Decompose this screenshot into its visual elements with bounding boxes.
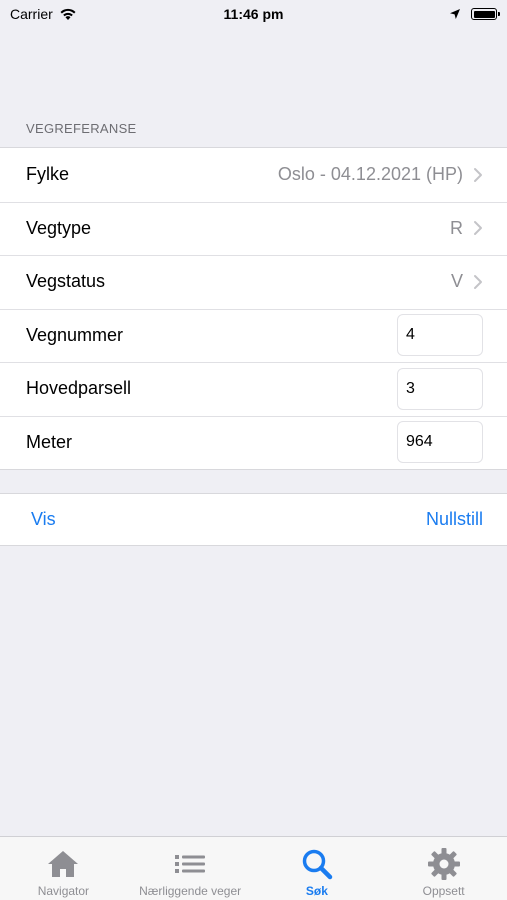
house-icon [48,851,79,877]
carrier-label: Carrier [10,6,53,22]
road-reference-table: Fylke Oslo - 04.12.2021 (HP) Vegtype R V… [0,147,507,470]
meter-input[interactable]: 964 [397,421,483,464]
row-label: Fylke [26,164,70,185]
gear-icon [427,848,460,880]
row-meter: Meter 964 [0,415,507,470]
magnifier-icon [302,849,333,880]
battery-level [473,10,495,18]
tab-nearby-roads[interactable]: Nærliggende veger [127,837,254,900]
row-value: R [450,217,463,238]
row-label: Meter [26,431,73,452]
row-fylke[interactable]: Fylke Oslo - 04.12.2021 (HP) [0,148,507,202]
location-arrow-icon [450,9,460,19]
chevron-right-icon [474,274,482,289]
action-bar: Vis Nullstill [0,493,507,546]
list-icon [175,855,206,873]
tab-bar: Navigator Nærliggende veger Søk Oppsett [0,836,507,900]
hovedparsell-input[interactable]: 3 [397,367,483,410]
tab-label: Søk [305,884,328,898]
show-button[interactable]: Vis [31,509,56,530]
tab-label: Oppsett [422,884,465,898]
row-vegstatus[interactable]: Vegstatus V [0,255,507,309]
status-bar: Carrier 11:46 pm [0,0,507,28]
status-left: Carrier [10,6,77,22]
reset-button[interactable]: Nullstill [426,509,483,530]
wifi-icon [60,8,76,20]
battery-icon [471,8,500,20]
row-hovedparsell: Hovedparsell 3 [0,362,507,416]
tab-settings[interactable]: Oppsett [380,837,507,900]
tab-label: Nærliggende veger [139,884,242,898]
row-label: Vegstatus [26,271,106,292]
row-vegnummer: Vegnummer 4 [0,308,507,363]
row-label: Vegnummer [26,324,124,345]
tab-label: Navigator [37,884,90,898]
row-vegtype[interactable]: Vegtype R [0,201,507,256]
row-label: Vegtype [26,217,92,238]
section-header: VEGREFERANSE [26,121,137,136]
row-value-group: V [451,271,483,292]
tab-search[interactable]: Søk [254,837,381,900]
row-value-group: Oslo - 04.12.2021 (HP) [278,164,483,185]
row-value: Oslo - 04.12.2021 (HP) [277,164,463,185]
status-right [449,8,500,20]
tab-navigator[interactable]: Navigator [0,837,127,900]
vegnummer-input[interactable]: 4 [397,314,483,357]
row-value: V [450,271,463,292]
chevron-right-icon [474,167,482,182]
row-label: Hovedparsell [26,378,132,399]
chevron-right-icon [474,221,482,236]
row-value-group: R [450,218,483,239]
